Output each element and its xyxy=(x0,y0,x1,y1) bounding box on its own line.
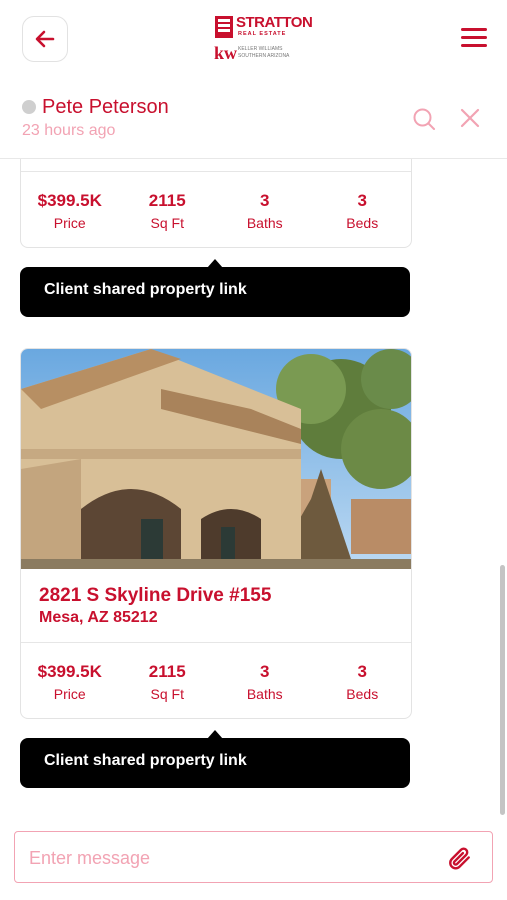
search-button[interactable] xyxy=(412,107,436,131)
property-stats: $399.5K Price 2115 Sq Ft 3 Baths 3 Beds xyxy=(21,172,412,247)
close-button[interactable] xyxy=(460,108,480,128)
stat-value: 2115 xyxy=(148,662,186,681)
property-address[interactable]: 2821 S Skyline Drive #155 xyxy=(39,585,271,607)
stat-value: 3 xyxy=(357,191,367,210)
feed-scrollbar[interactable] xyxy=(500,565,505,815)
logo-kw-text: KELLER WILLIAMS SOUTHERN ARIZONA xyxy=(238,46,290,59)
banner-text: Client shared property link xyxy=(44,752,247,769)
stat-label: Beds xyxy=(346,686,379,702)
search-icon xyxy=(413,108,435,130)
stat-baths: 3 Baths xyxy=(216,643,314,718)
property-card[interactable]: $399.5K Price 2115 Sq Ft 3 Baths 3 Beds xyxy=(20,159,412,248)
stat-beds: 3 Beds xyxy=(314,643,412,718)
app-header: STRATTON REAL ESTATE kw KELLER WILLIAMS … xyxy=(0,0,507,81)
hamburger-icon xyxy=(461,28,487,47)
message-composer xyxy=(14,831,493,883)
last-seen: 23 hours ago xyxy=(22,122,116,139)
property-card[interactable]: 2821 S Skyline Drive #155 Mesa, AZ 85212… xyxy=(20,348,412,719)
stat-value: 3 xyxy=(357,662,367,681)
stat-value: 3 xyxy=(260,662,270,681)
stat-label: Sq Ft xyxy=(150,686,184,702)
shared-link-banner: Client shared property link xyxy=(20,730,410,788)
stat-price: $399.5K Price xyxy=(21,643,119,718)
stat-label: Sq Ft xyxy=(150,215,184,231)
logo-sub: REAL ESTATE xyxy=(238,31,287,37)
stat-beds: 3 Beds xyxy=(314,172,412,247)
logo-kw: kw xyxy=(214,43,238,63)
back-button[interactable] xyxy=(22,16,68,62)
status-dot xyxy=(22,100,36,114)
arrow-left-icon xyxy=(35,30,55,48)
brand-logo: STRATTON REAL ESTATE kw KELLER WILLIAMS … xyxy=(214,14,313,66)
message-input[interactable] xyxy=(27,842,431,874)
stat-label: Price xyxy=(53,215,86,231)
stat-sqft: 2115 Sq Ft xyxy=(119,172,217,247)
stat-value: $399.5K xyxy=(37,662,102,681)
banner-text: Client shared property link xyxy=(44,281,247,298)
message-feed[interactable]: $399.5K Price 2115 Sq Ft 3 Baths 3 Beds … xyxy=(0,159,507,819)
menu-button[interactable] xyxy=(461,26,487,48)
stat-value: $399.5K xyxy=(37,191,102,210)
stat-baths: 3 Baths xyxy=(216,172,314,247)
stat-sqft: 2115 Sq Ft xyxy=(119,643,217,718)
banner-pointer xyxy=(207,730,223,739)
stat-value: 3 xyxy=(260,191,270,210)
attach-button[interactable] xyxy=(446,844,472,872)
chat-header: Pete Peterson 23 hours ago xyxy=(0,80,507,159)
property-stats: $399.5K Price 2115 Sq Ft 3 Baths 3 Beds xyxy=(21,643,412,718)
logo-word: STRATTON xyxy=(236,14,313,31)
contact-name: Pete Peterson xyxy=(42,96,169,118)
stat-label: Price xyxy=(53,686,86,702)
stat-value: 2115 xyxy=(148,191,186,210)
paperclip-icon xyxy=(449,847,470,870)
stat-price: $399.5K Price xyxy=(21,172,119,247)
logo-mark: STRATTON REAL ESTATE xyxy=(214,14,313,40)
stat-label: Baths xyxy=(246,686,283,702)
banner-pointer xyxy=(207,259,223,268)
close-icon xyxy=(460,108,480,128)
property-city: Mesa, AZ 85212 xyxy=(39,609,158,626)
stat-label: Beds xyxy=(346,215,379,231)
stat-label: Baths xyxy=(246,215,283,231)
shared-link-banner: Client shared property link xyxy=(20,259,410,317)
property-photo xyxy=(21,349,411,569)
